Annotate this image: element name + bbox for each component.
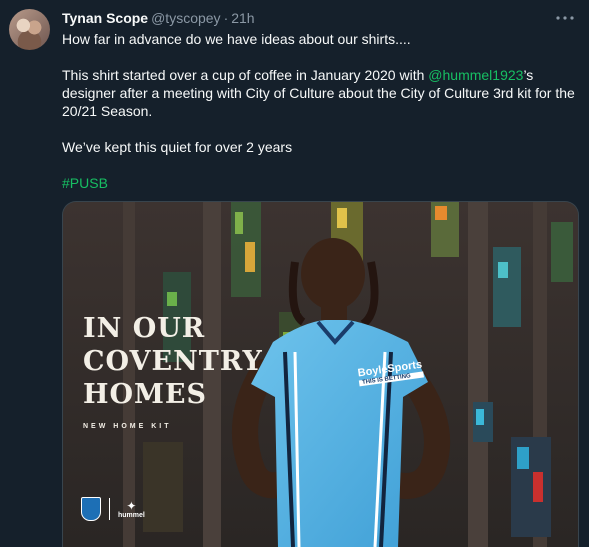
headline-line-1: IN OUR [83,313,206,344]
logo-divider [109,498,110,520]
kit-subline: NEW HOME KIT [83,423,172,430]
mention-link[interactable]: @hummel1923 [428,67,523,83]
brand-logos: ✦ hummel [81,497,145,521]
hashtag-link[interactable]: #PUSB [62,175,108,191]
bee-icon: ✦ [126,498,137,513]
more-icon[interactable] [555,8,575,28]
tweet-header: Tynan Scope @tyscopey · 21h [62,9,255,27]
tweet-time[interactable]: 21h [231,10,254,26]
author-name[interactable]: Tynan Scope [62,10,148,26]
avatar[interactable] [9,9,50,50]
hummel-logo: ✦ hummel [118,500,145,519]
club-crest-icon [81,497,101,521]
headline-line-3: HOMES [83,379,207,410]
tweet-text: How far in advance do we have ideas abou… [62,30,582,192]
separator-dot: · [223,10,229,26]
kit-headline: IN OUR COVENTRY HOMES NEW HOME KIT [83,312,263,430]
headline-line-2: COVENTRY [83,346,263,377]
tweet-line-1: How far in advance do we have ideas abou… [62,31,411,47]
tweet-media-image[interactable]: BoyleSports THIS IS BETTING IN OUR COVEN… [62,201,579,547]
tweet-line-3: We’ve kept this quiet for over 2 years [62,139,293,155]
author-handle[interactable]: @tyscopey [151,10,220,26]
tweet-line-2: This shirt started over a cup of coffee … [62,66,582,120]
brand-label: hummel [118,511,145,519]
tweet-line-2-pre: This shirt started over a cup of coffee … [62,67,429,83]
